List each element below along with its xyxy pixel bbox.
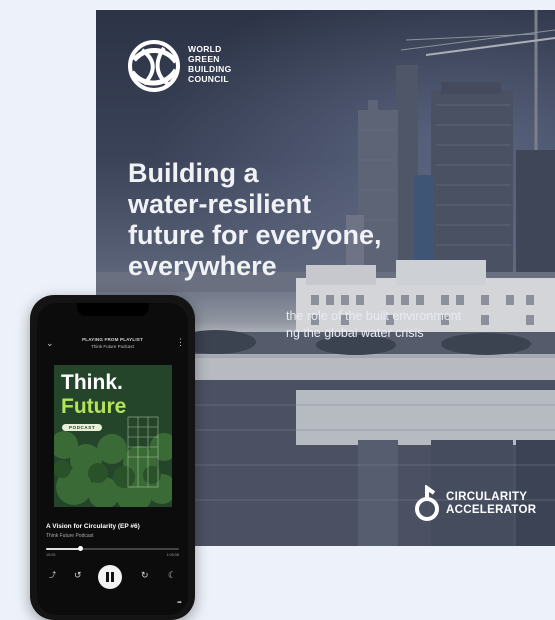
playback-progress-bar[interactable] [46, 546, 179, 551]
time-elapsed: 15:05 [46, 553, 56, 557]
phone-mockup: ⌄ ⋮ PLAYING FROM PLAYLIST Think Future P… [30, 295, 195, 620]
pause-icon [106, 572, 109, 582]
wgbc-logo-text: WORLD GREEN BUILDING COUNCIL [188, 44, 231, 84]
playlist-name: Think Future Podcast [91, 344, 134, 349]
phone-notch [76, 303, 149, 316]
podcast-artwork: Think. Future PODCAST [54, 365, 172, 507]
logo-line: GREEN [188, 54, 220, 64]
subtitle-line: the role of the built environment [286, 309, 462, 323]
report-headline: Building a water-resilient future for ev… [128, 158, 428, 282]
rewind-15-icon[interactable]: ↺ [74, 571, 82, 580]
playing-from-label: PLAYING FROM PLAYLIST [82, 337, 143, 342]
playback-controls: ⤴ ↺ ↻ ☾ [37, 565, 188, 589]
logo-line: BUILDING [188, 64, 232, 74]
headline-line: everywhere [128, 251, 277, 281]
time-total: 1:05:08 [166, 553, 179, 557]
forward-15-icon[interactable]: ↻ [141, 571, 149, 580]
loop-arrow-icon [415, 485, 439, 521]
progress-fill [46, 548, 81, 550]
moon-icon[interactable]: ☾ [168, 571, 176, 580]
play-pause-button[interactable] [98, 565, 122, 589]
headline-line: Building a [128, 158, 259, 188]
logo-line: WORLD [188, 44, 222, 54]
podcast-badge: PODCAST [62, 424, 103, 431]
circularity-accelerator-text: CIRCULARITY ACCELERATOR [446, 491, 536, 517]
progress-handle[interactable] [78, 546, 84, 551]
share-icon[interactable]: ➦ [177, 599, 182, 606]
artwork-title-line1: Think. [61, 371, 123, 394]
artwork-title-line2: Future [61, 395, 127, 418]
podcast-player-screen: ⌄ ⋮ PLAYING FROM PLAYLIST Think Future P… [37, 303, 188, 615]
partner-line: CIRCULARITY [446, 491, 528, 503]
globe-swirl-icon [128, 40, 180, 92]
headline-line: water-resilient [128, 189, 312, 219]
partner-line: ACCELERATOR [446, 504, 537, 516]
logo-line: COUNCIL [188, 74, 229, 84]
headline-line: future for everyone, [128, 220, 382, 250]
report-subtitle: the role of the built environment ng the… [286, 308, 461, 342]
speed-icon[interactable]: ⤴ [49, 571, 56, 580]
subtitle-line: ng the global water crisis [286, 326, 424, 340]
show-name[interactable]: Think Future Podcast [46, 533, 94, 539]
episode-title: A Vision for Circularity (EP #6) [46, 523, 140, 530]
